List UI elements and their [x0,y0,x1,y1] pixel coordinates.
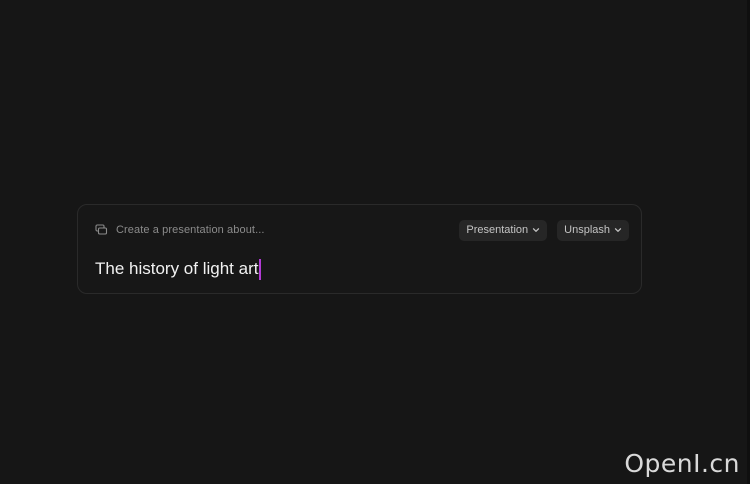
prompt-input-text[interactable]: The history of light art [95,259,258,279]
chevron-down-icon [614,226,622,234]
chevron-down-icon [532,226,540,234]
image-source-dropdown[interactable]: Unsplash [557,219,629,241]
prompt-card: Create a presentation about... Presentat… [77,204,642,294]
presentation-deck-icon [94,223,108,237]
prompt-card-header: Create a presentation about... Presentat… [94,219,629,241]
prompt-hint: Create a presentation about... [116,224,265,236]
presentation-type-label: Presentation [466,224,529,236]
text-caret [259,258,262,280]
presentation-type-dropdown[interactable]: Presentation [459,219,548,241]
app-canvas: Create a presentation about... Presentat… [0,0,750,484]
prompt-input[interactable]: The history of light art [95,257,625,281]
image-source-label: Unsplash [564,224,610,236]
watermark-logo: OpenI.cn [624,449,740,478]
